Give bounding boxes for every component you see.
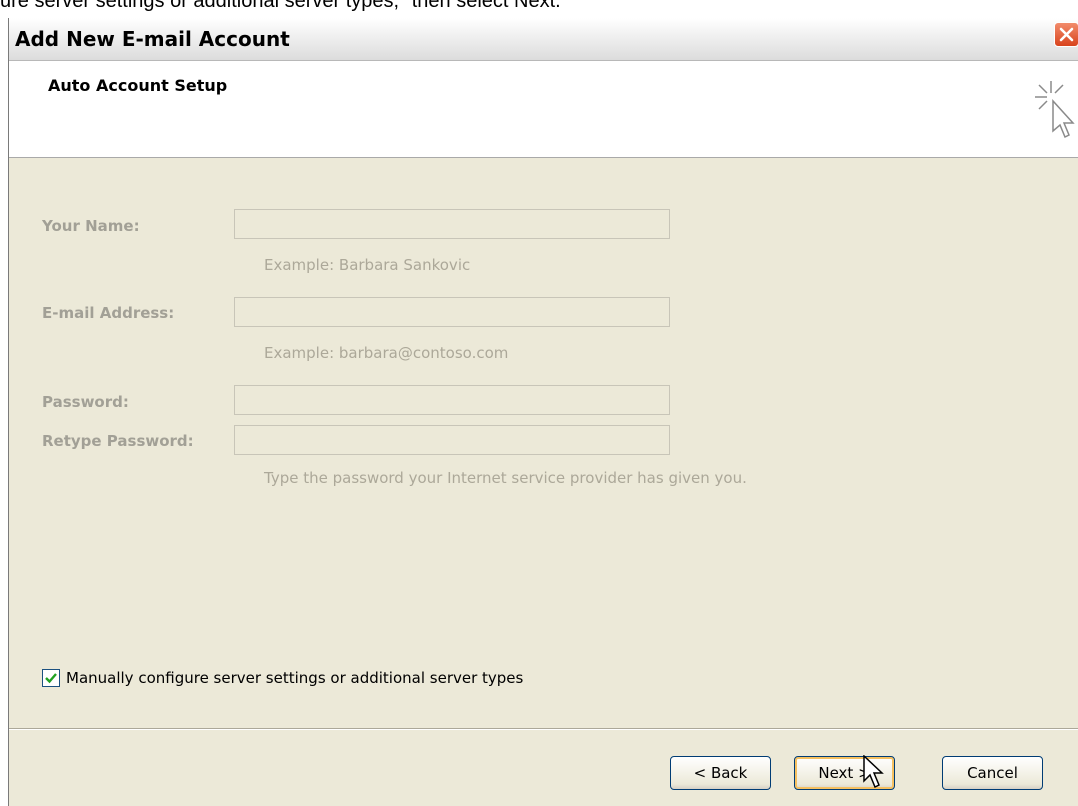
back-button[interactable]: < Back	[670, 756, 771, 790]
mouse-pointer-icon	[863, 755, 884, 789]
account-form: Your Name: Example: Barbara Sankovic E-m…	[9, 158, 1078, 728]
email-address-input[interactable]	[234, 297, 670, 327]
checkmark-icon	[45, 673, 57, 684]
button-separator	[9, 728, 1078, 730]
email-example: Example: barbara@contoso.com	[264, 344, 509, 362]
manual-config-label[interactable]: Manually configure server settings or ad…	[66, 669, 523, 687]
title-bar[interactable]: Add New E-mail Account	[9, 18, 1078, 61]
close-icon	[1059, 27, 1074, 42]
your-name-input[interactable]	[234, 209, 670, 239]
retype-password-label: Retype Password:	[42, 432, 194, 450]
instruction-text: ure server settings or additional server…	[0, 0, 561, 12]
name-example: Example: Barbara Sankovic	[264, 256, 471, 274]
window-title: Add New E-mail Account	[15, 27, 290, 51]
email-address-label: E-mail Address:	[42, 304, 175, 322]
header-pane: Auto Account Setup	[9, 61, 1078, 158]
manual-config-checkbox[interactable]	[42, 669, 60, 687]
cancel-button[interactable]: Cancel	[942, 756, 1043, 790]
your-name-label: Your Name:	[42, 217, 140, 235]
password-hint: Type the password your Internet service …	[264, 469, 747, 487]
close-button[interactable]	[1054, 22, 1078, 47]
wizard-cursor-icon	[1035, 81, 1075, 139]
password-input[interactable]	[234, 385, 670, 415]
password-label: Password:	[42, 393, 129, 411]
retype-password-input[interactable]	[234, 425, 670, 455]
add-email-account-dialog: Add New E-mail Account Auto Account Setu…	[8, 18, 1078, 806]
page-title: Auto Account Setup	[48, 76, 228, 95]
